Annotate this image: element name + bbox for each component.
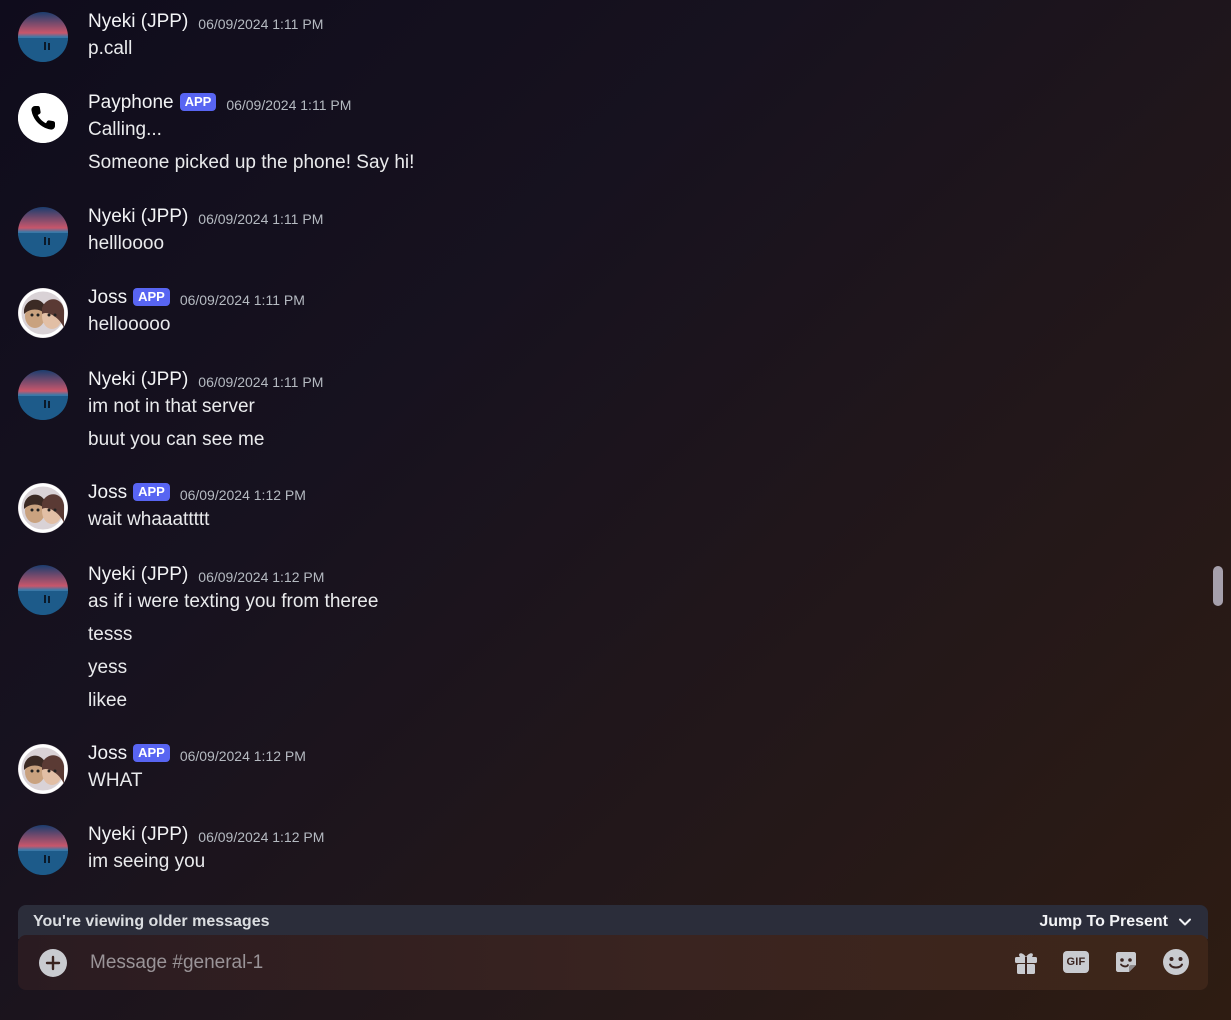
username[interactable]: Joss — [88, 287, 127, 309]
sunset-beach-avatar-image — [18, 12, 68, 62]
timestamp: 06/09/2024 1:11 PM — [198, 374, 324, 390]
message-header: Nyeki (JPP) 06/09/2024 1:12 PM — [88, 823, 324, 847]
username[interactable]: Nyeki (JPP) — [88, 11, 188, 33]
timestamp: 06/09/2024 1:12 PM — [198, 569, 325, 585]
emoji-button[interactable] — [1161, 947, 1191, 977]
message-text: wait whaaattttt — [88, 509, 210, 530]
timestamp: 06/09/2024 1:12 PM — [179, 748, 306, 764]
message-text: yess — [88, 657, 128, 678]
message-composer: GIF — [18, 935, 1208, 990]
app-badge: APP — [133, 483, 170, 501]
message-body: hellooooo — [88, 313, 170, 346]
user-avatar[interactable] — [18, 12, 68, 62]
gif-icon: GIF — [1063, 951, 1089, 973]
sunset-beach-avatar-image — [18, 370, 68, 420]
older-messages-text: You're viewing older messages — [33, 913, 270, 930]
message-body: im not in that server buut you can see m… — [88, 395, 264, 461]
username[interactable]: Nyeki (JPP) — [88, 206, 188, 228]
jump-to-present-button[interactable]: Jump To Present — [1039, 913, 1192, 931]
username[interactable]: Nyeki (JPP) — [88, 564, 188, 586]
upload-button[interactable] — [39, 949, 67, 977]
message-text: p.call — [88, 38, 133, 59]
message-body: as if i were texting you from theree tes… — [88, 590, 378, 722]
app-badge: APP — [133, 744, 170, 762]
timestamp: 06/09/2024 1:11 PM — [198, 211, 324, 227]
app-badge: APP — [179, 93, 217, 111]
message-text: im not in that server — [88, 396, 255, 417]
plus-circle-icon — [45, 955, 61, 971]
username[interactable]: Nyeki (JPP) — [88, 369, 188, 391]
message-text: likee — [88, 690, 128, 711]
message-text: tesss — [88, 624, 133, 645]
gift-icon — [1015, 953, 1037, 974]
selfie-avatar-image — [18, 744, 68, 794]
chevron-down-icon — [1179, 918, 1191, 926]
user-avatar[interactable] — [18, 744, 68, 794]
jump-to-present-label: Jump To Present — [1039, 913, 1168, 930]
message-body: wait whaaattttt — [88, 508, 209, 541]
gif-button[interactable]: GIF — [1061, 947, 1091, 977]
user-avatar[interactable] — [18, 483, 68, 533]
user-avatar[interactable] — [18, 93, 68, 143]
message-text: as if i were texting you from theree — [88, 591, 379, 612]
message-header: Nyeki (JPP) 06/09/2024 1:12 PM — [88, 563, 324, 587]
timestamp: 06/09/2024 1:11 PM — [179, 292, 305, 308]
user-avatar[interactable] — [18, 207, 68, 257]
emoji-icon — [1163, 949, 1189, 975]
message-header: Joss APP 06/09/2024 1:11 PM — [88, 286, 305, 310]
message-header: Joss APP 06/09/2024 1:12 PM — [88, 742, 306, 766]
message-text: WHAT — [88, 770, 143, 791]
timestamp: 06/09/2024 1:11 PM — [226, 97, 352, 113]
sticker-icon — [1116, 952, 1136, 972]
timestamp: 06/09/2024 1:12 PM — [179, 487, 306, 503]
selfie-avatar-image — [18, 288, 68, 338]
message-text: Calling... — [88, 119, 162, 140]
app-badge: APP — [133, 288, 170, 306]
message-list: Nyeki (JPP) 06/09/2024 1:11 PM p.call Pa… — [0, 0, 1210, 905]
username[interactable]: Nyeki (JPP) — [88, 824, 188, 846]
message-text: im seeing you — [88, 851, 206, 872]
message-text: hellooooo — [88, 314, 171, 335]
message-input[interactable] — [88, 947, 992, 979]
sunset-beach-avatar-image — [18, 825, 68, 875]
message-body: hellloooo — [88, 232, 164, 265]
message-text: hellloooo — [88, 233, 165, 254]
message-header: Joss APP 06/09/2024 1:12 PM — [88, 481, 306, 505]
message-text: buut you can see me — [88, 429, 265, 450]
selfie-avatar-image — [18, 483, 68, 533]
sunset-beach-avatar-image — [18, 207, 68, 257]
sticker-button[interactable] — [1111, 947, 1141, 977]
user-avatar[interactable] — [18, 565, 68, 615]
scrollbar-thumb[interactable] — [1213, 566, 1223, 606]
timestamp: 06/09/2024 1:12 PM — [198, 829, 325, 845]
message-header: Nyeki (JPP) 06/09/2024 1:11 PM — [88, 368, 323, 392]
username[interactable]: Joss — [88, 743, 127, 765]
message-body: p.call — [88, 37, 132, 70]
message-body: WHAT — [88, 769, 143, 802]
message-body: Calling... Someone picked up the phone! … — [88, 118, 414, 184]
timestamp: 06/09/2024 1:11 PM — [198, 16, 324, 32]
user-avatar[interactable] — [18, 825, 68, 875]
sunset-beach-avatar-image — [18, 565, 68, 615]
user-avatar[interactable] — [18, 288, 68, 338]
message-body: im seeing you — [88, 850, 205, 883]
phone-avatar-image — [18, 93, 68, 143]
user-avatar[interactable] — [18, 370, 68, 420]
gift-button[interactable] — [1011, 947, 1041, 977]
username[interactable]: Payphone — [88, 92, 174, 114]
message-header: Nyeki (JPP) 06/09/2024 1:11 PM — [88, 10, 323, 34]
message-header: Payphone APP 06/09/2024 1:11 PM — [88, 91, 351, 115]
message-header: Nyeki (JPP) 06/09/2024 1:11 PM — [88, 205, 323, 229]
message-text: Someone picked up the phone! Say hi! — [88, 152, 415, 173]
older-messages-bar: You're viewing older messages Jump To Pr… — [18, 905, 1208, 939]
username[interactable]: Joss — [88, 482, 127, 504]
